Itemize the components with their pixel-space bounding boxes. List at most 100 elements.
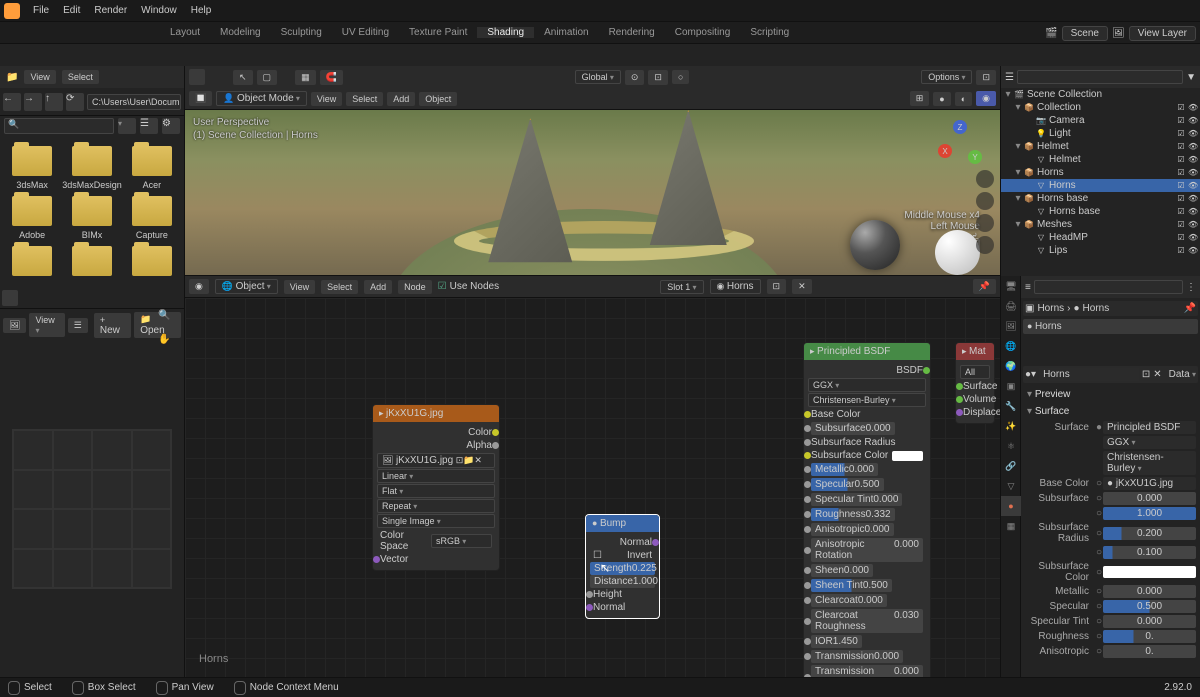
tree-item[interactable]: ▽HeadMP☑👁 xyxy=(1001,231,1200,244)
tab-render[interactable]: 🖥 xyxy=(1001,276,1021,296)
file-search-input[interactable] xyxy=(4,118,114,134)
exclude-icon[interactable]: ☑ xyxy=(1176,116,1186,125)
filter-toggle-icon[interactable] xyxy=(2,290,18,306)
socket-dot[interactable]: ○ xyxy=(1095,601,1103,612)
exclude-icon[interactable]: ☑ xyxy=(1176,103,1186,112)
sss-select[interactable]: Christensen-Burley xyxy=(1103,451,1196,475)
menu-help[interactable]: Help xyxy=(184,5,219,16)
imgview-menu[interactable]: View xyxy=(29,313,64,337)
image-select[interactable]: 🖼 jKxXU1G.jpg ⊡📁✕ xyxy=(377,453,495,468)
input-socket[interactable] xyxy=(804,653,811,660)
tree-item[interactable]: ▽Lips☑👁 xyxy=(1001,244,1200,257)
input-socket[interactable] xyxy=(956,409,963,416)
output-socket[interactable] xyxy=(492,442,499,449)
exclude-icon[interactable]: ☑ xyxy=(1176,155,1186,164)
mat-unlink-icon[interactable]: ✕ xyxy=(792,279,812,294)
exclude-icon[interactable]: ☑ xyxy=(1176,168,1186,177)
input-socket[interactable] xyxy=(586,591,593,598)
vp-add-menu[interactable]: Add xyxy=(387,92,415,106)
axis-y-icon[interactable]: Y xyxy=(968,150,982,164)
mat-browse-icon[interactable]: ●▾ xyxy=(1025,369,1036,380)
input-socket[interactable] xyxy=(804,526,811,533)
socket-dot[interactable]: ○ xyxy=(1095,547,1103,558)
target-select[interactable]: All xyxy=(960,365,990,379)
interp-select[interactable]: Linear xyxy=(377,469,495,483)
input-socket[interactable] xyxy=(804,618,811,625)
value-slider[interactable]: 1.000 xyxy=(1103,507,1196,520)
tab-modeling[interactable]: Modeling xyxy=(210,27,271,38)
tab-modifiers[interactable]: 🔧 xyxy=(1001,396,1021,416)
fb-select-menu[interactable]: Select xyxy=(62,70,99,84)
visibility-icon[interactable]: 👁 xyxy=(1188,246,1198,255)
file-settings-icon[interactable]: ⚙ xyxy=(162,118,180,134)
surface-shader-select[interactable]: Principled BSDF xyxy=(1103,421,1196,434)
tab-rendering[interactable]: Rendering xyxy=(599,27,665,38)
props-editor-icon[interactable]: ≡ xyxy=(1025,282,1031,293)
overlays-icon[interactable]: ⊡ xyxy=(976,70,996,85)
distribution-select[interactable]: GGX xyxy=(1103,436,1196,449)
node-bump[interactable]: ● Bump Normal ☐ Invert Strength0.225 Dis… xyxy=(585,514,660,619)
tree-label[interactable]: Scene Collection xyxy=(1025,89,1198,100)
tab-particles[interactable]: ✨ xyxy=(1001,416,1021,436)
folder-item[interactable] xyxy=(60,244,124,282)
distribution-select[interactable]: GGX xyxy=(808,378,926,392)
axis-z-icon[interactable]: Z xyxy=(953,120,967,134)
material-select[interactable]: ◉ Horns xyxy=(710,279,761,294)
vp-select-tool-icon[interactable]: ▢ xyxy=(257,70,278,85)
input-socket[interactable] xyxy=(586,604,593,611)
output-socket[interactable] xyxy=(652,539,659,546)
socket-dot[interactable]: ○ xyxy=(1095,478,1103,489)
viewport-render-area[interactable]: User Perspective (1) Scene Collection | … xyxy=(185,110,1000,275)
distance-slider[interactable]: Distance1.000 xyxy=(590,575,655,588)
hand-icon[interactable] xyxy=(976,192,994,210)
socket-dot[interactable]: ○ xyxy=(1095,528,1103,539)
tab-compositing[interactable]: Compositing xyxy=(665,27,741,38)
socket-dot[interactable]: ○ xyxy=(1095,616,1103,627)
visibility-icon[interactable]: 👁 xyxy=(1188,129,1198,138)
ne-select-menu[interactable]: Select xyxy=(321,280,358,294)
props-options-icon[interactable]: ⋮ xyxy=(1186,282,1196,293)
tree-item[interactable]: ▾📦Meshes☑👁 xyxy=(1001,218,1200,231)
tab-uv[interactable]: UV Editing xyxy=(332,27,399,38)
tree-item[interactable]: ▾📦Horns base☑👁 xyxy=(1001,192,1200,205)
input-socket[interactable] xyxy=(956,383,963,390)
vp-snap-icon[interactable]: 🧲 xyxy=(320,70,343,85)
options-menu[interactable]: Options xyxy=(921,70,972,84)
fb-view-menu[interactable]: View xyxy=(24,70,55,84)
input-socket[interactable] xyxy=(804,547,811,554)
input-socket[interactable] xyxy=(804,638,811,645)
visibility-icon[interactable]: 👁 xyxy=(1188,103,1198,112)
value-slider[interactable]: Metallic0.000 xyxy=(811,463,878,476)
exclude-icon[interactable]: ☑ xyxy=(1176,194,1186,203)
tree-item[interactable]: ▾📦Horns☑👁 xyxy=(1001,166,1200,179)
input-socket[interactable] xyxy=(956,396,963,403)
exclude-icon[interactable]: ☑ xyxy=(1176,233,1186,242)
visibility-icon[interactable]: 👁 xyxy=(1188,194,1198,203)
preview-section[interactable]: Preview xyxy=(1023,386,1198,403)
value-slider[interactable]: 0.100 xyxy=(1103,546,1196,559)
visibility-icon[interactable]: 👁 xyxy=(1188,181,1198,190)
mode-select[interactable]: 👤 Object Mode xyxy=(216,91,307,106)
input-socket[interactable] xyxy=(804,567,811,574)
node-header[interactable]: ▸ jKxXU1G.jpg xyxy=(373,405,499,422)
nav-back-icon[interactable]: ← xyxy=(3,93,21,111)
tab-output[interactable]: 🖨 xyxy=(1001,296,1021,316)
value-slider[interactable]: Transmission0.000 xyxy=(811,650,903,663)
socket-dot[interactable]: ○ xyxy=(1095,508,1103,519)
nav-refresh-icon[interactable]: ⟳ xyxy=(66,93,84,111)
socket-dot[interactable]: ○ xyxy=(1095,646,1103,657)
filebrowser-editor-icon[interactable]: 📁 xyxy=(6,72,18,83)
input-socket[interactable] xyxy=(804,425,811,432)
vp-select-menu[interactable]: Select xyxy=(346,92,383,106)
tree-item[interactable]: ▽Helmet☑👁 xyxy=(1001,153,1200,166)
tab-scripting[interactable]: Scripting xyxy=(740,27,799,38)
material-slot[interactable]: ● Horns xyxy=(1023,319,1198,334)
tab-viewlayer[interactable]: 🖼 xyxy=(1001,316,1021,336)
extension-select[interactable]: Repeat xyxy=(377,499,495,513)
tab-object[interactable]: ▣ xyxy=(1001,376,1021,396)
outliner-editor-icon[interactable]: ☰ xyxy=(1005,72,1014,83)
uv-area[interactable] xyxy=(0,341,184,677)
output-socket[interactable] xyxy=(492,429,499,436)
exclude-icon[interactable]: ☑ xyxy=(1176,129,1186,138)
viewlayer-select[interactable]: View Layer xyxy=(1129,26,1196,41)
